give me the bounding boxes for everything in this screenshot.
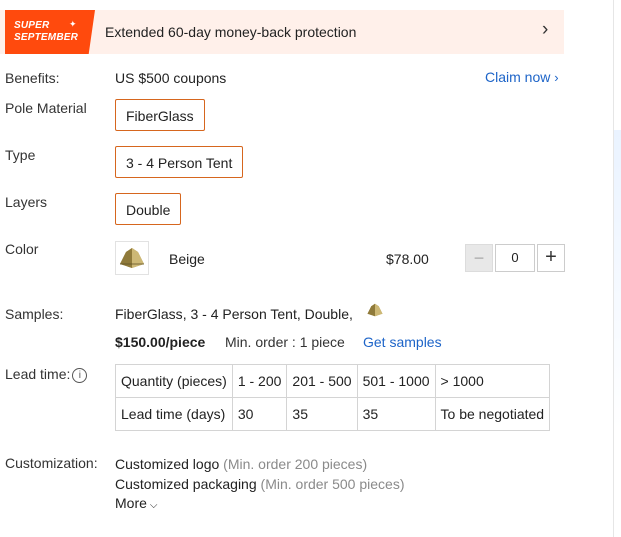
option-fiberglass[interactable]: FiberGlass xyxy=(115,99,205,131)
layers-label: Layers xyxy=(5,194,48,210)
samples-specs: FiberGlass, 3 - 4 Person Tent, Double, xyxy=(115,306,353,322)
sample-spec-pole: FiberGlass xyxy=(115,306,183,322)
promo-banner[interactable]: SUPER SEPTEMBER ✦ Extended 60-day money-… xyxy=(0,10,564,54)
customized-packaging-note: (Min. order 500 pieces) xyxy=(260,476,405,492)
type-label: Type xyxy=(5,147,36,163)
table-cell: 501 - 1000 xyxy=(356,364,436,398)
customization-item-packaging: Customized packaging (Min. order 500 pie… xyxy=(115,476,404,492)
pole-material-label: Pole Material xyxy=(5,100,87,116)
table-cell: 35 xyxy=(286,397,358,431)
badge-line-1: SUPER xyxy=(14,20,50,31)
table-cell: 201 - 500 xyxy=(286,364,358,398)
table-cell: 30 xyxy=(231,397,288,431)
sample-spec-type: 3 - 4 Person Tent xyxy=(190,306,297,322)
option-double[interactable]: Double xyxy=(115,193,182,225)
more-toggle[interactable]: More ⌵ xyxy=(115,495,158,511)
claim-now-link[interactable]: Claim now › xyxy=(485,69,559,85)
samples-label: Samples: xyxy=(5,306,64,322)
table-cell: To be negotiated xyxy=(434,397,551,431)
info-icon[interactable]: i xyxy=(72,368,88,383)
sample-min-order: Min. order : 1 piece xyxy=(225,334,345,350)
customized-packaging-text: Customized packaging xyxy=(115,476,257,492)
table-row: Quantity (pieces) 1 - 200 201 - 500 501 … xyxy=(115,364,551,398)
chevron-right-icon: › xyxy=(554,70,559,85)
banner-text: Extended 60-day money-back protection xyxy=(105,24,357,40)
badge-star-icon: ✦ xyxy=(69,19,77,29)
table-header-days: Lead time (days) xyxy=(115,397,233,431)
table-cell: 35 xyxy=(356,397,436,431)
benefits-label: Benefits: xyxy=(5,70,60,86)
table-header-quantity: Quantity (pieces) xyxy=(115,364,233,398)
customized-logo-note: (Min. order 200 pieces) xyxy=(223,456,368,472)
sample-tent-thumbnail xyxy=(365,300,385,320)
table-cell: > 1000 xyxy=(434,364,551,398)
claim-now-label: Claim now xyxy=(485,69,551,85)
quantity-increment-button[interactable]: + xyxy=(537,244,565,272)
super-september-badge: SUPER SEPTEMBER ✦ xyxy=(5,10,95,54)
lead-time-text: Lead time: xyxy=(5,366,71,382)
chevron-down-icon: ⌵ xyxy=(149,500,158,511)
badge-line-2: SEPTEMBER xyxy=(14,32,79,43)
sample-spec-layers: Double xyxy=(304,306,349,322)
side-panel-edge xyxy=(614,130,621,430)
get-samples-link[interactable]: Get samples xyxy=(363,334,442,350)
lead-time-label: Lead time: i xyxy=(5,366,88,383)
table-row: Lead time (days) 30 35 35 To be negotiat… xyxy=(115,397,551,431)
color-price: $78.00 xyxy=(386,251,429,267)
lead-time-table: Quantity (pieces) 1 - 200 201 - 500 501 … xyxy=(115,364,551,431)
color-label: Color xyxy=(5,241,39,257)
sample-price: $150.00/piece xyxy=(115,334,206,350)
benefits-value: US $500 coupons xyxy=(115,70,227,86)
more-label: More xyxy=(115,495,147,511)
quantity-decrement-button[interactable]: − xyxy=(465,244,493,272)
table-cell: 1 - 200 xyxy=(231,364,288,398)
beige-tent-thumbnail[interactable] xyxy=(115,241,149,275)
customization-item-logo: Customized logo (Min. order 200 pieces) xyxy=(115,456,367,472)
customization-label: Customization: xyxy=(5,455,98,471)
color-name: Beige xyxy=(169,251,205,267)
option-3-4-person-tent[interactable]: 3 - 4 Person Tent xyxy=(115,146,244,178)
customized-logo-text: Customized logo xyxy=(115,456,220,472)
chevron-right-icon[interactable]: › xyxy=(542,20,548,40)
quantity-input[interactable]: 0 xyxy=(495,244,535,272)
